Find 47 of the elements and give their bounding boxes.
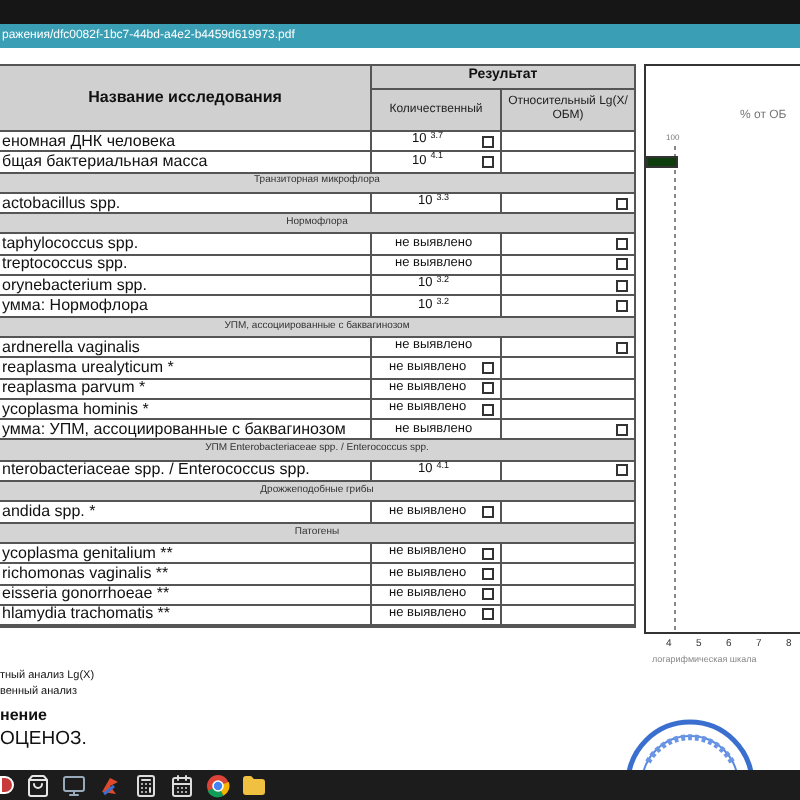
checkbox[interactable] <box>482 588 495 601</box>
monitor-icon[interactable] <box>62 773 86 797</box>
checkbox[interactable] <box>482 403 495 415</box>
calculator-icon[interactable] <box>134 773 158 797</box>
conclusion-text: ОЦЕНОЗ. <box>0 728 89 751</box>
test-name: бщая бактериальная масса <box>2 153 208 170</box>
column-header: Название исследования <box>88 86 282 110</box>
test-name: richomonas vaginalis ** <box>2 565 169 582</box>
checkbox[interactable] <box>482 608 495 621</box>
checkbox[interactable] <box>616 464 628 477</box>
checkbox[interactable] <box>482 361 495 374</box>
test-name: nterobacteriaceae spp. / Enterococcus spp. <box>2 462 310 479</box>
test-name: andida spp. * <box>2 503 96 520</box>
test-name: ycoplasma hominis * <box>2 401 149 417</box>
test-name: taphylococcus spp. <box>2 236 139 253</box>
test-name: ycoplasma genitalium ** <box>2 545 173 562</box>
test-name: reaplasma urealyticum * <box>2 359 174 376</box>
checkbox[interactable] <box>482 567 495 580</box>
test-name: orynebacterium spp. <box>2 277 147 294</box>
test-name: умма: Нормофлора <box>2 298 148 315</box>
calendar-icon[interactable] <box>170 773 194 797</box>
checkbox[interactable] <box>482 382 495 395</box>
checkbox[interactable] <box>616 341 628 354</box>
test-name: умма: УПМ, ассоциированные с баквагинозом <box>2 421 346 438</box>
test-name: actobacillus spp. <box>2 195 121 212</box>
test-name: eisseria gonorrhoeae ** <box>2 586 170 603</box>
test-name: reaplasma parvum * <box>2 380 146 397</box>
checkbox[interactable] <box>616 279 628 292</box>
checkbox[interactable] <box>482 505 495 518</box>
checkbox[interactable] <box>616 238 628 251</box>
checkbox[interactable] <box>482 155 495 168</box>
round-app-icon[interactable] <box>0 776 14 794</box>
test-name: ardnerella vaginalis <box>2 339 140 356</box>
checkbox[interactable] <box>482 135 495 148</box>
checkbox[interactable] <box>616 423 628 436</box>
folder-icon[interactable] <box>242 773 266 797</box>
checkbox[interactable] <box>616 300 628 313</box>
checkbox[interactable] <box>616 258 628 271</box>
conclusion-heading: нение <box>0 704 49 729</box>
checkbox[interactable] <box>616 197 628 210</box>
test-name: hlamydia trachomatis ** <box>2 606 171 623</box>
app-icon[interactable] <box>98 773 122 797</box>
checkbox[interactable] <box>482 547 495 560</box>
shopping-bag-icon[interactable] <box>26 773 50 797</box>
browser-icon[interactable] <box>206 773 230 797</box>
test-name: treptococcus spp. <box>2 256 128 273</box>
test-name: еномная ДНК человека <box>2 133 176 150</box>
